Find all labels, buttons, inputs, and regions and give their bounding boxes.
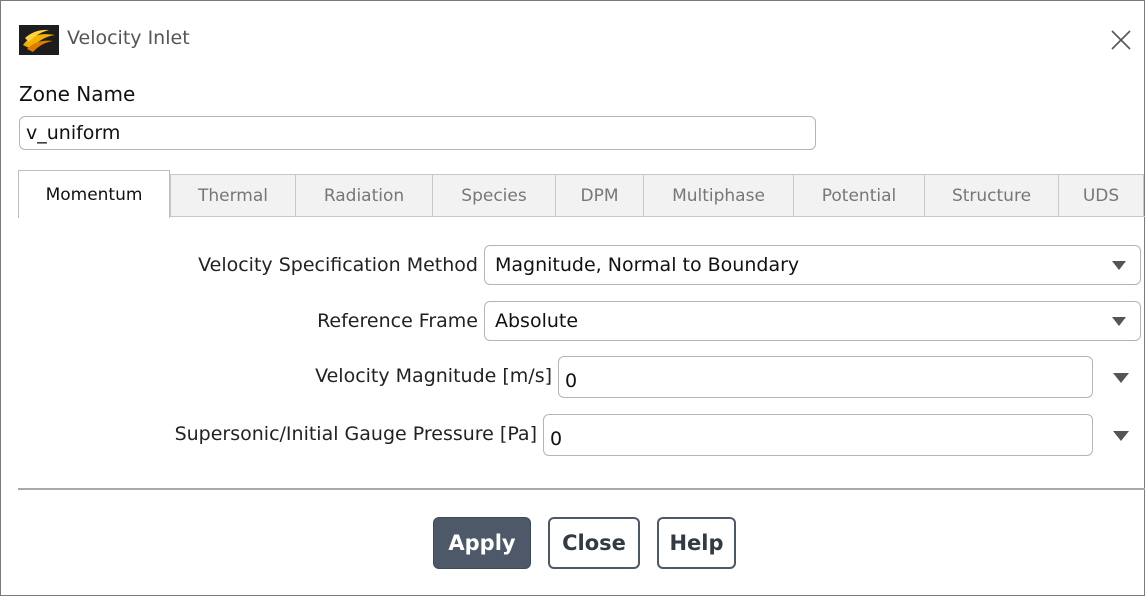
chevron-down-icon[interactable] — [1113, 431, 1129, 441]
reference-frame-value: Absolute — [495, 310, 579, 332]
gauge-pressure-row: Supersonic/Initial Gauge Pressure [Pa] 0 — [1, 414, 1145, 456]
velocity-magnitude-value: 0 — [565, 370, 578, 392]
tab-radiation[interactable]: Radiation — [295, 174, 433, 216]
tab-multiphase[interactable]: Multiphase — [643, 174, 794, 216]
fluent-app-icon — [19, 25, 59, 55]
tab-uds[interactable]: UDS — [1058, 174, 1144, 216]
gauge-pressure-input[interactable]: 0 — [543, 414, 1093, 456]
tab-dpm[interactable]: DPM — [555, 174, 644, 216]
divider — [18, 488, 1145, 490]
close-button[interactable]: Close — [548, 517, 640, 569]
tab-label: Structure — [951, 185, 1032, 206]
help-button[interactable]: Help — [657, 517, 736, 569]
velocity-magnitude-row: Velocity Magnitude [m/s] 0 — [1, 356, 1145, 398]
velocity-method-select[interactable]: Magnitude, Normal to Boundary — [484, 245, 1141, 285]
reference-frame-row: Reference Frame Absolute — [1, 301, 1145, 341]
zone-name-label: Zone Name — [19, 82, 136, 106]
tab-structure[interactable]: Structure — [924, 174, 1059, 216]
reference-frame-select[interactable]: Absolute — [484, 301, 1141, 341]
apply-button[interactable]: Apply — [433, 517, 531, 569]
window-title: Velocity Inlet — [67, 27, 190, 49]
chevron-down-icon[interactable] — [1113, 373, 1129, 383]
tab-label: DPM — [580, 185, 619, 206]
tab-label: Radiation — [323, 185, 405, 206]
close-icon[interactable] — [1106, 25, 1136, 55]
velocity-inlet-dialog: Velocity Inlet Zone Name Momentum Therma… — [0, 0, 1145, 596]
tab-thermal[interactable]: Thermal — [170, 174, 296, 216]
tab-label: UDS — [1082, 185, 1120, 206]
tab-label: Multiphase — [672, 185, 765, 206]
tab-label: Momentum — [45, 184, 143, 205]
tab-underline — [18, 216, 1145, 217]
velocity-method-row: Velocity Specification Method Magnitude,… — [1, 245, 1145, 285]
velocity-magnitude-input[interactable]: 0 — [558, 356, 1093, 398]
title-bar: Velocity Inlet — [1, 1, 1144, 77]
gauge-pressure-label: Supersonic/Initial Gauge Pressure [Pa] — [174, 423, 537, 445]
chevron-down-icon — [1112, 261, 1126, 270]
velocity-magnitude-label: Velocity Magnitude [m/s] — [315, 365, 552, 387]
tab-species[interactable]: Species — [432, 174, 556, 216]
tab-bar: Momentum Thermal Radiation Species DPM M… — [18, 170, 1145, 218]
gauge-pressure-value: 0 — [550, 428, 563, 450]
velocity-method-label: Velocity Specification Method — [198, 254, 478, 276]
velocity-method-value: Magnitude, Normal to Boundary — [495, 254, 800, 276]
chevron-down-icon — [1112, 317, 1126, 326]
reference-frame-label: Reference Frame — [317, 310, 478, 332]
tab-momentum[interactable]: Momentum — [18, 170, 170, 218]
tab-label: Potential — [821, 185, 897, 206]
tab-potential[interactable]: Potential — [793, 174, 925, 216]
tab-label: Species — [461, 185, 527, 206]
tab-label: Thermal — [197, 185, 268, 206]
zone-name-input[interactable] — [19, 116, 816, 150]
